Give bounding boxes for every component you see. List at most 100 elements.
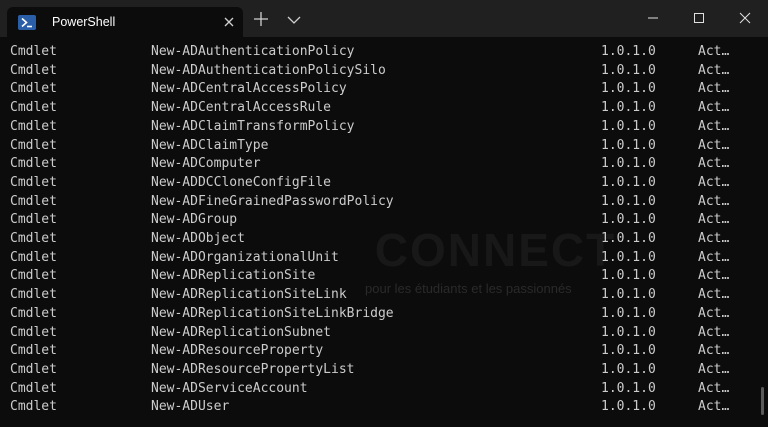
output-row: Cmdlet New-ADOrganizationalUnit 1.0.1.0 Act… xyxy=(0,249,760,267)
command-type: Cmdlet xyxy=(10,249,57,265)
command-version: 1.0.1.0 xyxy=(601,231,656,246)
command-name: New-ADReplicationSubnet xyxy=(151,324,332,340)
output-row: Cmdlet New-ADCentralAccessPolicy 1.0.1.0 Ac… xyxy=(0,80,760,98)
command-source: Act… xyxy=(698,380,730,396)
command-version: 1.0.1.0 xyxy=(601,287,656,303)
command-version: 1.0.1.0 xyxy=(601,212,656,228)
command-version: 1.0.1.0 xyxy=(601,380,656,396)
command-version: 1.0.1.0 xyxy=(601,324,656,340)
command-source: Act… xyxy=(698,62,730,78)
command-name: New-ADClaimTransformPolicy xyxy=(151,118,355,134)
command-type: Cmdlet xyxy=(10,81,57,97)
command-version: 1.0.1.0 xyxy=(601,361,656,377)
command-source: Act… xyxy=(698,174,730,190)
output-row: Cmdlet New-ADReplicationSiteLinkBridge 1.0… xyxy=(0,305,760,323)
command-version: 1.0.1.0 xyxy=(601,156,656,172)
output-row: Cmdlet New-ADResourcePropertyList 1.0.1.0 A… xyxy=(0,361,760,379)
command-type: Cmdlet xyxy=(10,212,57,228)
tab-title: PowerShell xyxy=(52,15,116,29)
output-row: Cmdlet New-ADCentralAccessRule 1.0.1.0 Act… xyxy=(0,99,760,117)
output-row: Cmdlet New-ADReplicationSubnet 1.0.1.0 Act… xyxy=(0,324,760,342)
command-type: Cmdlet xyxy=(10,62,57,78)
command-name: New-ADOrganizationalUnit xyxy=(151,249,339,265)
command-type: Cmdlet xyxy=(10,44,57,59)
command-type: Cmdlet xyxy=(10,268,57,284)
command-type: Cmdlet xyxy=(10,100,57,116)
scrollbar[interactable] xyxy=(758,37,768,427)
command-source: Act… xyxy=(698,343,730,359)
command-source: Act… xyxy=(698,118,730,134)
title-bar[interactable]: PowerShell xyxy=(0,0,768,37)
command-version: 1.0.1.0 xyxy=(601,305,656,321)
command-source: Act… xyxy=(698,287,730,303)
command-source: Act… xyxy=(698,212,730,228)
minimize-button[interactable] xyxy=(630,0,676,37)
output-row: Cmdlet New-ADObject 1.0.1.0 Act… xyxy=(0,230,760,248)
output-row: Cmdlet New-ADDCCloneConfigFile 1.0.1.0 Act… xyxy=(0,174,760,192)
output-row: Cmdlet New-ADServiceAccount 1.0.1.0 Act… xyxy=(0,380,760,398)
output-row: Cmdlet New-ADAuthenticationPolicy 1.0.1.0 A… xyxy=(0,43,760,61)
output-row: Cmdlet New-ADComputer 1.0.1.0 Act… xyxy=(0,155,760,173)
command-version: 1.0.1.0 xyxy=(601,249,656,265)
close-window-button[interactable] xyxy=(722,0,768,37)
command-source: Act… xyxy=(698,193,730,209)
command-version: 1.0.1.0 xyxy=(601,137,656,153)
command-name: New-ADServiceAccount xyxy=(151,380,308,396)
output-row: Cmdlet New-ADClaimTransformPolicy 1.0.1.0 A… xyxy=(0,118,760,136)
command-type: Cmdlet xyxy=(10,231,57,246)
command-version: 1.0.1.0 xyxy=(601,44,656,59)
command-type: Cmdlet xyxy=(10,287,57,303)
close-icon[interactable] xyxy=(221,14,237,30)
command-name: New-ADObject xyxy=(151,231,245,246)
command-source: Act… xyxy=(698,324,730,340)
command-name: New-ADReplicationSiteLinkBridge xyxy=(151,305,394,321)
command-source: Act… xyxy=(698,137,730,153)
command-source: Act… xyxy=(698,156,730,172)
command-name: New-ADAuthenticationPolicy xyxy=(151,44,355,59)
terminal-window: PowerShell CONNECT pour les étudiants et… xyxy=(0,0,768,427)
command-type: Cmdlet xyxy=(10,156,57,172)
command-version: 1.0.1.0 xyxy=(601,62,656,78)
terminal-output[interactable]: ICONNECT pour les étudiants et les passi… xyxy=(0,37,768,427)
command-version: 1.0.1.0 xyxy=(601,268,656,284)
command-type: Cmdlet xyxy=(10,193,57,209)
command-version: 1.0.1.0 xyxy=(601,100,656,116)
command-source: Act… xyxy=(698,361,730,377)
command-name: New-ADComputer xyxy=(151,156,261,172)
scrollbar-thumb[interactable] xyxy=(761,387,764,415)
command-name: New-ADDCCloneConfigFile xyxy=(151,174,332,190)
command-name: New-ADReplicationSite xyxy=(151,268,316,284)
command-name: New-ADCentralAccessPolicy xyxy=(151,81,347,97)
command-version: 1.0.1.0 xyxy=(601,118,656,134)
output-row: Cmdlet New-ADResourceProperty 1.0.1.0 Act… xyxy=(0,342,760,360)
command-source: Act… xyxy=(698,249,730,265)
command-type: Cmdlet xyxy=(10,343,57,359)
command-type: Cmdlet xyxy=(10,361,57,377)
command-name: New-ADResourceProperty xyxy=(151,343,324,359)
chevron-down-icon[interactable] xyxy=(286,13,302,25)
command-source: Act… xyxy=(698,231,730,246)
command-source: Act… xyxy=(698,81,730,97)
powershell-icon xyxy=(18,15,36,30)
command-name: New-ADClaimType xyxy=(151,137,269,153)
command-name: New-ADFineGrainedPasswordPolicy xyxy=(151,193,394,209)
tab-powershell[interactable]: PowerShell xyxy=(7,7,243,37)
command-source: Act… xyxy=(698,44,730,59)
output-row: Cmdlet New-ADReplicationSite 1.0.1.0 Act… xyxy=(0,267,760,285)
command-type: Cmdlet xyxy=(10,174,57,190)
output-row: Cmdlet New-ADClaimType 1.0.1.0 Act… xyxy=(0,137,760,155)
command-version: 1.0.1.0 xyxy=(601,174,656,190)
command-source: Act… xyxy=(698,399,730,415)
command-name: New-ADReplicationSiteLink xyxy=(151,287,347,303)
plus-icon[interactable] xyxy=(253,11,269,27)
command-type: Cmdlet xyxy=(10,118,57,134)
command-name: New-ADAuthenticationPolicySilo xyxy=(151,62,386,78)
command-source: Act… xyxy=(698,100,730,116)
command-name: New-ADResourcePropertyList xyxy=(151,361,355,377)
maximize-button[interactable] xyxy=(676,0,722,37)
command-name: New-ADUser xyxy=(151,399,230,415)
command-type: Cmdlet xyxy=(10,399,57,415)
output-row: Cmdlet New-ADReplicationSiteLink 1.0.1.0 Ac… xyxy=(0,286,760,304)
command-version: 1.0.1.0 xyxy=(601,81,656,97)
output-row: Cmdlet New-ADFineGrainedPasswordPolicy 1.0… xyxy=(0,193,760,211)
